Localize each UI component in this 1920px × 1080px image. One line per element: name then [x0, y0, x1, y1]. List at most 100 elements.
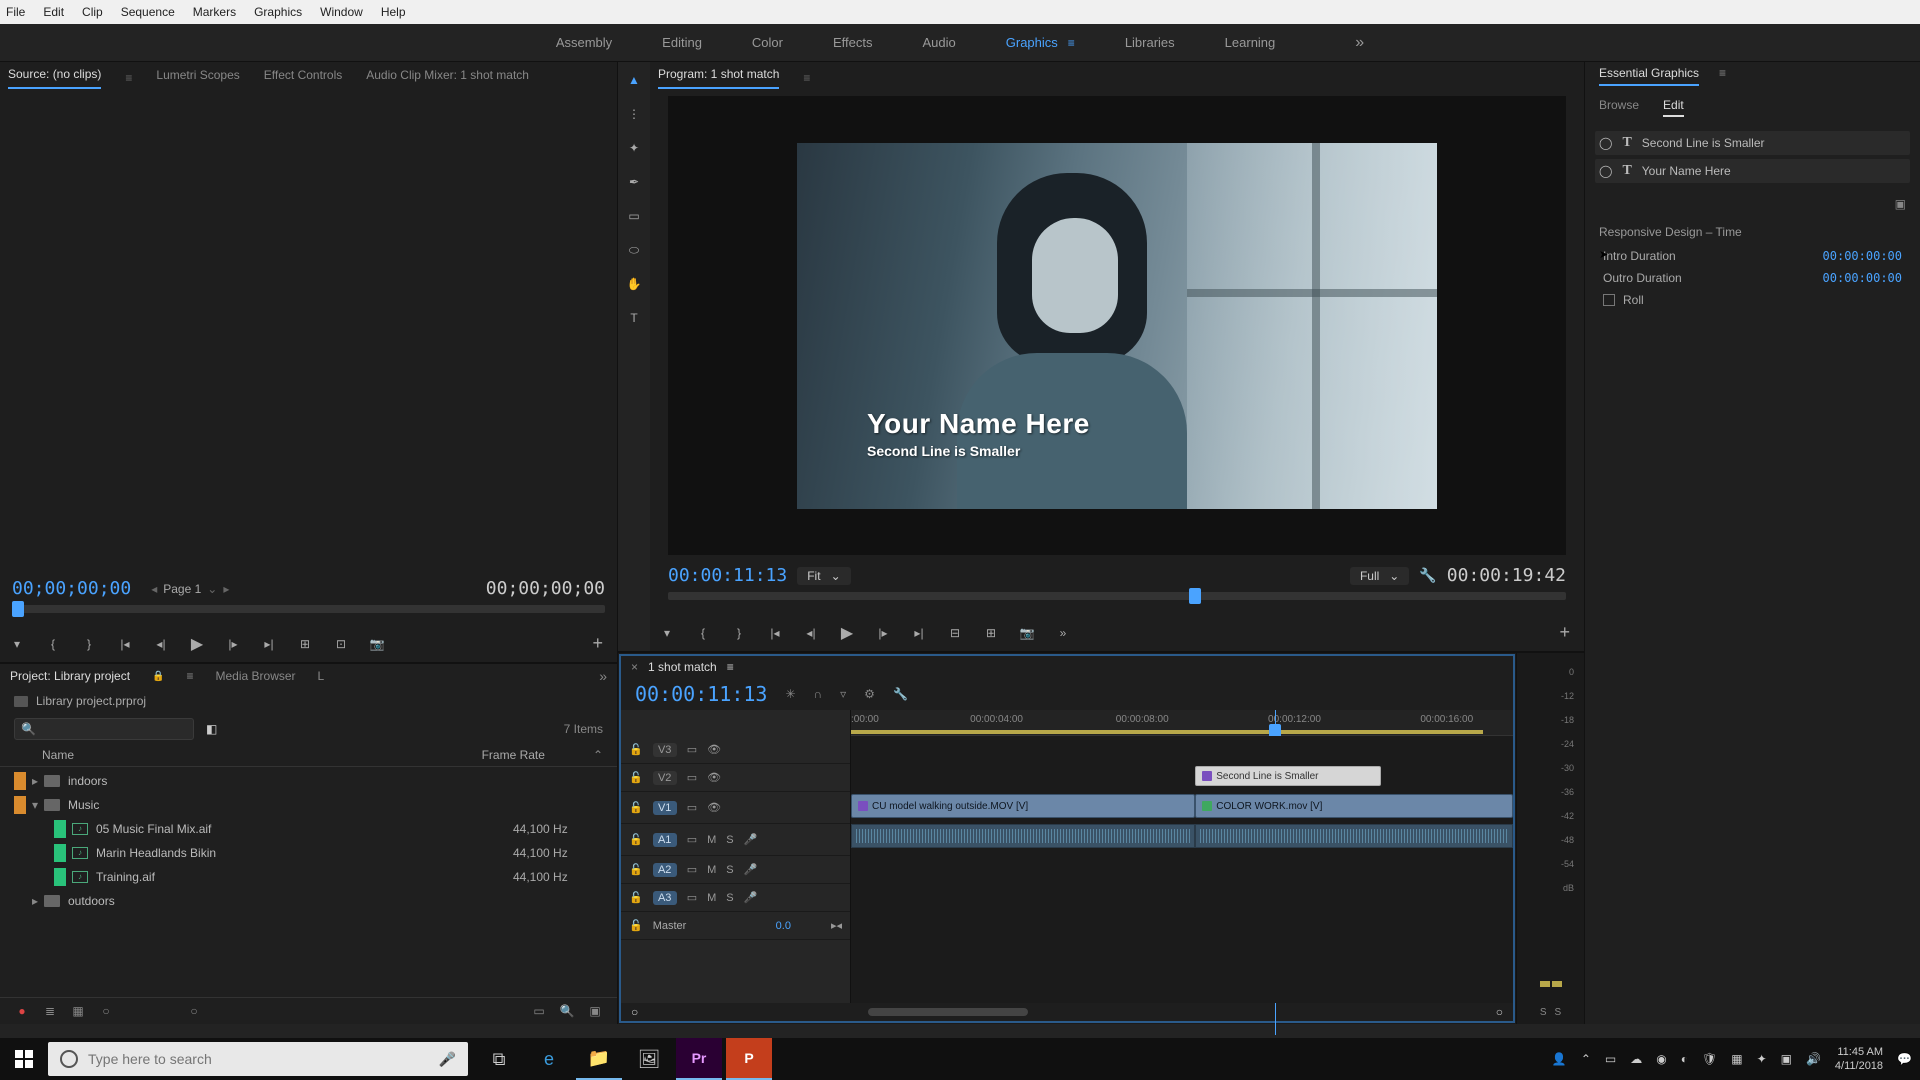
go-in-icon[interactable]: |◂: [766, 624, 784, 642]
timeline-hscroll[interactable]: ○ ○: [621, 1003, 1513, 1021]
tab-lumetri[interactable]: Lumetri Scopes: [156, 68, 239, 88]
shield-icon[interactable]: 🛡: [1702, 1052, 1717, 1066]
expand-icon[interactable]: ▸: [32, 774, 44, 788]
hand-tool-icon[interactable]: ✋: [624, 274, 644, 294]
tab-effect-controls[interactable]: Effect Controls: [264, 68, 342, 88]
lock-icon[interactable]: 🔓: [629, 833, 643, 846]
eg-panel-menu-icon[interactable]: ≡: [1719, 66, 1726, 86]
sync-lock-icon[interactable]: ▭: [687, 863, 697, 876]
work-area-bar[interactable]: [851, 730, 1483, 734]
ws-overflow-icon[interactable]: »: [1355, 34, 1364, 52]
export-frame-icon[interactable]: 📷: [1018, 624, 1036, 642]
project-row-outdoors[interactable]: ▸ outdoors: [0, 889, 617, 913]
title-overlay[interactable]: Your Name Here Second Line is Smaller: [867, 408, 1090, 459]
expand-icon[interactable]: ▸: [32, 894, 44, 908]
track-a3-header[interactable]: 🔓A3▭MS🎤: [621, 884, 850, 912]
track-label[interactable]: A1: [653, 833, 677, 847]
extract-icon[interactable]: ⊞: [982, 624, 1000, 642]
mute-icon[interactable]: M: [707, 892, 716, 904]
marker-icon[interactable]: ▾: [8, 635, 26, 653]
vertical-type-tool-icon[interactable]: ⋮: [624, 104, 644, 124]
ellipse-tool-icon[interactable]: ⬭: [624, 240, 644, 260]
photos-icon[interactable]: 🖼: [626, 1038, 672, 1080]
col-header-framerate[interactable]: Frame Rate: [482, 748, 545, 762]
tab-program[interactable]: Program: 1 shot match: [658, 67, 779, 89]
people-icon[interactable]: 👤: [1552, 1052, 1567, 1066]
export-frame-icon[interactable]: 📷: [368, 635, 386, 653]
track-label[interactable]: A3: [653, 891, 677, 905]
expand-icon[interactable]: ▾: [32, 798, 44, 812]
eg-layer-2[interactable]: ◯ T Your Name Here: [1595, 159, 1910, 183]
program-overflow-icon[interactable]: »: [1054, 624, 1072, 642]
track-lanes[interactable]: Second Line is Smaller CU model walking …: [851, 736, 1513, 1003]
program-monitor-view[interactable]: Your Name Here Second Line is Smaller: [668, 96, 1566, 555]
source-page-label[interactable]: Page 1: [163, 582, 201, 596]
type-tool-icon[interactable]: T: [624, 308, 644, 328]
project-writable-icon[interactable]: ●: [14, 1004, 30, 1018]
track-label[interactable]: A2: [653, 863, 677, 877]
ws-editing[interactable]: Editing: [662, 35, 702, 50]
taskbar-search-input[interactable]: [88, 1051, 429, 1067]
track-v1-header[interactable]: 🔓V1▭👁: [621, 792, 850, 824]
play-icon[interactable]: ▶: [838, 624, 856, 642]
project-row-audio-3[interactable]: ♪ Training.aif 44,100 Hz: [0, 865, 617, 889]
mute-icon[interactable]: M: [707, 834, 716, 846]
project-panel-menu-icon[interactable]: ≡: [187, 669, 194, 683]
scroll-thumb[interactable]: [868, 1008, 1028, 1016]
track-master-header[interactable]: 🔓Master0.0▸◂: [621, 912, 850, 940]
menu-edit[interactable]: Edit: [43, 5, 64, 19]
file-explorer-icon[interactable]: 📁: [576, 1038, 622, 1080]
sync-lock-icon[interactable]: ▭: [687, 801, 697, 814]
notifications-icon[interactable]: 💬: [1897, 1052, 1912, 1066]
step-fwd-icon[interactable]: |▸: [224, 635, 242, 653]
timeline-close-icon[interactable]: ×: [631, 660, 638, 674]
ws-graphics-menu-icon[interactable]: ≡: [1068, 36, 1075, 50]
powerpoint-icon[interactable]: P: [726, 1038, 772, 1080]
clip-v1a[interactable]: CU model walking outside.MOV [V]: [851, 794, 1195, 818]
sync-lock-icon[interactable]: ▭: [687, 743, 697, 756]
dropbox-icon[interactable]: ✦: [1757, 1052, 1767, 1066]
battery-icon[interactable]: ▭: [1605, 1052, 1616, 1066]
rectangle-tool-icon[interactable]: ▭: [624, 206, 644, 226]
lock-icon[interactable]: 🔓: [629, 863, 643, 876]
task-view-icon[interactable]: ⧉: [476, 1038, 522, 1080]
ws-learning[interactable]: Learning: [1225, 35, 1276, 50]
project-row-audio-1[interactable]: ♪ 05 Music Final Mix.aif 44,100 Hz: [0, 817, 617, 841]
ws-color[interactable]: Color: [752, 35, 783, 50]
solo-icon[interactable]: S: [726, 892, 733, 904]
program-panel-menu-icon[interactable]: ≡: [803, 71, 810, 85]
resolution-select[interactable]: Full⌄: [1350, 567, 1409, 585]
tray-app-icon[interactable]: ◐: [1681, 1052, 1688, 1066]
step-fwd-icon[interactable]: |▸: [874, 624, 892, 642]
program-add-button-icon[interactable]: +: [1559, 622, 1570, 643]
play-icon[interactable]: ▶: [188, 635, 206, 653]
solo-left[interactable]: S: [1540, 1007, 1547, 1018]
program-scrubber[interactable]: [668, 592, 1566, 612]
project-lock-icon[interactable]: 🔒: [152, 671, 164, 682]
roll-checkbox[interactable]: [1603, 294, 1615, 306]
linked-sel-icon[interactable]: ∩: [814, 687, 823, 701]
ws-libraries[interactable]: Libraries: [1125, 35, 1175, 50]
source-page-prev-icon[interactable]: ◂: [151, 582, 157, 596]
intro-duration-value[interactable]: 00:00:00:00: [1823, 249, 1902, 263]
ws-graphics[interactable]: Graphics: [1006, 35, 1058, 50]
solo-icon[interactable]: S: [726, 864, 733, 876]
step-back-icon[interactable]: ◂|: [802, 624, 820, 642]
find-icon[interactable]: 🔍: [559, 1004, 575, 1018]
eye-icon[interactable]: 👁: [707, 771, 721, 784]
menu-help[interactable]: Help: [381, 5, 406, 19]
lift-icon[interactable]: ⊟: [946, 624, 964, 642]
sync-lock-icon[interactable]: ▭: [687, 771, 697, 784]
new-layer-icon[interactable]: ▣: [1585, 193, 1920, 215]
lock-icon[interactable]: 🔓: [629, 771, 643, 784]
lock-icon[interactable]: 🔓: [629, 891, 643, 904]
snap-icon[interactable]: ✳: [785, 687, 795, 701]
tab-l[interactable]: L: [318, 669, 325, 683]
eye-icon[interactable]: ◯: [1599, 136, 1612, 150]
menu-clip[interactable]: Clip: [82, 5, 103, 19]
chrome-tray-icon[interactable]: ◉: [1656, 1052, 1666, 1066]
go-out-icon[interactable]: ▸|: [260, 635, 278, 653]
track-label[interactable]: V1: [653, 801, 677, 815]
source-panel-menu-icon[interactable]: ≡: [125, 71, 132, 85]
program-timecode-left[interactable]: 00:00:11:13: [668, 565, 787, 586]
